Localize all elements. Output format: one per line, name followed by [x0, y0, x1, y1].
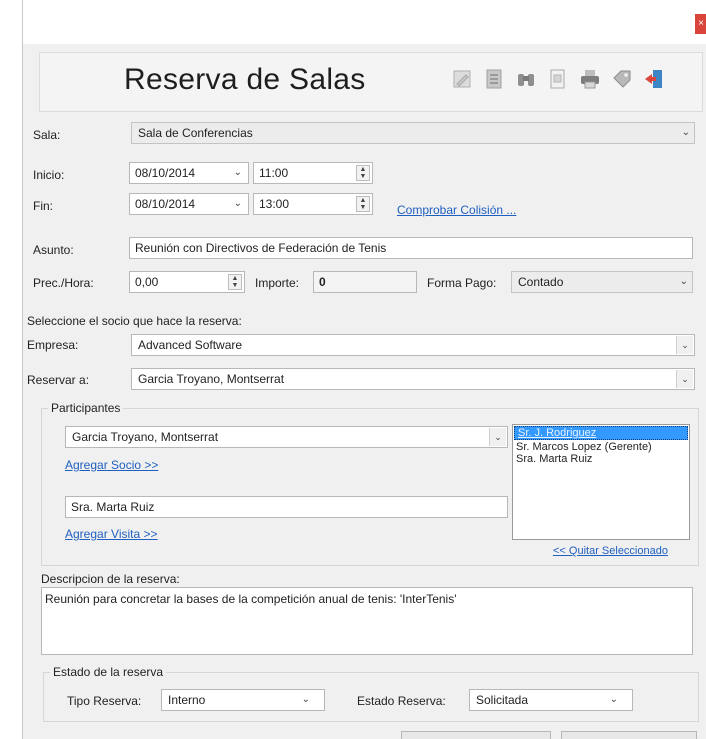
sala-select[interactable]: Sala de Conferencias ⌄	[131, 122, 695, 144]
estado-reserva-value: Solicitada	[476, 693, 529, 707]
empresa-value: Advanced Software	[138, 338, 243, 352]
spinner-arrows-icon[interactable]: ▲ ▼	[356, 165, 370, 181]
participante-socio-select[interactable]: Garcia Troyano, Montserrat ⌄	[65, 426, 508, 448]
visita-field[interactable]: Sra. Marta Ruiz	[65, 496, 508, 518]
participantes-title: Participantes	[48, 401, 124, 415]
chevron-down-icon: ⌄	[609, 694, 618, 705]
visita-value: Sra. Marta Ruiz	[71, 500, 155, 514]
spinner-arrows-icon[interactable]: ▲ ▼	[356, 196, 370, 212]
forma-pago-value: Contado	[518, 275, 564, 289]
spinner-arrows-icon[interactable]: ▲ ▼	[228, 274, 242, 290]
forma-pago-label: Forma Pago:	[427, 276, 497, 290]
title-bar: ×	[23, 0, 706, 44]
prec-hora-label: Prec./Hora:	[33, 276, 94, 290]
reservar-a-select[interactable]: Garcia Troyano, Montserrat ⌄	[131, 368, 695, 390]
descripcion-value: Reunión para concretar la bases de la co…	[45, 592, 457, 606]
header-panel: Reserva de Salas	[39, 52, 703, 112]
chevron-down-icon: ⌄	[681, 127, 690, 138]
printer-icon[interactable]	[578, 67, 602, 91]
importe-value: 0	[319, 275, 326, 289]
tipo-reserva-select[interactable]: Interno ⌄	[161, 689, 325, 711]
asunto-label: Asunto:	[33, 243, 74, 257]
sala-value: Sala de Conferencias	[138, 126, 253, 140]
prec-hora-value: 0,00	[135, 275, 159, 289]
empresa-select[interactable]: Advanced Software ⌄	[131, 334, 695, 356]
tipo-reserva-label: Tipo Reserva:	[67, 694, 142, 708]
participante-socio-value: Garcia Troyano, Montserrat	[72, 430, 219, 444]
prec-hora-spinner[interactable]: 0,00 ▲ ▼	[129, 271, 245, 293]
quitar-seleccionado-link[interactable]: << Quitar Seleccionado	[553, 545, 668, 557]
page-icon[interactable]	[546, 67, 570, 91]
inicio-time-value: 11:00	[259, 166, 289, 180]
agregar-socio-link[interactable]: Agregar Socio >>	[65, 458, 158, 472]
estado-reserva-select[interactable]: Solicitada ⌄	[469, 689, 633, 711]
estado-title: Estado de la reserva	[50, 665, 167, 679]
chevron-down-icon: ⌄	[301, 694, 310, 705]
chevron-down-icon: ⌄	[679, 276, 688, 287]
chevron-down-icon: ⌄	[233, 167, 242, 178]
chevron-down-icon: ⌄	[233, 198, 242, 209]
list-item[interactable]: Sr. J. Rodriguez	[514, 426, 688, 440]
asunto-field[interactable]: Reunión con Directivos de Federación de …	[129, 237, 693, 259]
reservar-a-value: Garcia Troyano, Montserrat	[138, 372, 285, 386]
inicio-label: Inicio:	[33, 168, 65, 182]
chevron-down-icon: ⌄	[676, 336, 693, 354]
descripcion-label: Descripcion de la reserva:	[41, 572, 180, 586]
fin-label: Fin:	[33, 199, 54, 213]
agregar-visita-link[interactable]: Agregar Visita >>	[65, 527, 158, 541]
page-title: Reserva de Salas	[124, 63, 366, 96]
close-button[interactable]: ×	[695, 14, 706, 34]
tag-icon[interactable]	[610, 67, 634, 91]
accept-button[interactable]	[401, 731, 551, 739]
inicio-time-spinner[interactable]: 11:00 ▲ ▼	[253, 162, 373, 184]
chevron-down-icon: ⌄	[676, 370, 693, 388]
forma-pago-select[interactable]: Contado ⌄	[511, 271, 693, 293]
tipo-reserva-value: Interno	[168, 693, 206, 707]
fin-date-value: 08/10/2014	[135, 197, 196, 211]
inicio-date-value: 08/10/2014	[135, 166, 196, 180]
socio-prompt: Seleccione el socio que hace la reserva:	[27, 314, 242, 328]
cancel-button[interactable]	[561, 731, 697, 739]
reserva-window: × Reserva de Salas Sala: Sala de Confere…	[22, 0, 706, 739]
estado-reserva-label: Estado Reserva:	[357, 694, 446, 708]
list-item[interactable]: Sra. Marta Ruiz	[513, 453, 689, 465]
fin-date-picker[interactable]: 08/10/2014 ⌄	[129, 193, 249, 215]
empresa-label: Empresa:	[27, 338, 79, 352]
fin-time-spinner[interactable]: 13:00 ▲ ▼	[253, 193, 373, 215]
comprobar-colision-link[interactable]: Comprobar Colisión ...	[397, 203, 516, 217]
fin-time-value: 13:00	[259, 197, 290, 211]
reservar-a-label: Reservar a:	[27, 373, 90, 387]
importe-label: Importe:	[255, 276, 300, 290]
participantes-list[interactable]: Sr. J. Rodriguez Sr. Marcos Lopez (Geren…	[512, 424, 690, 540]
list-item[interactable]: Sr. Marcos Lopez (Gerente)	[513, 441, 689, 453]
importe-field: 0	[313, 271, 417, 293]
descripcion-textarea[interactable]: Reunión para concretar la bases de la co…	[41, 587, 693, 655]
sala-label: Sala:	[33, 128, 61, 142]
edit-icon[interactable]	[450, 67, 474, 91]
asunto-value: Reunión con Directivos de Federación de …	[135, 241, 387, 255]
binoculars-icon[interactable]	[514, 67, 538, 91]
document-icon[interactable]	[482, 67, 506, 91]
exit-door-icon[interactable]	[642, 67, 666, 91]
chevron-down-icon: ⌄	[489, 428, 506, 446]
toolbar	[450, 67, 666, 91]
inicio-date-picker[interactable]: 08/10/2014 ⌄	[129, 162, 249, 184]
